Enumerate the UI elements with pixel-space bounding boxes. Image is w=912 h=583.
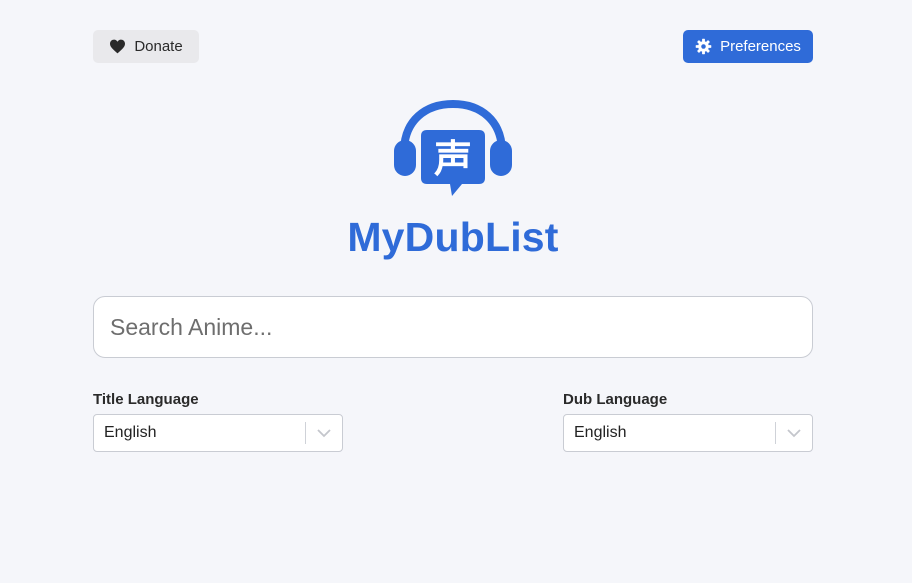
dub-language-select[interactable]: English [563,414,813,452]
preferences-button[interactable]: Preferences [683,30,813,63]
headphones-speech-bubble-icon: 声 [394,100,512,196]
logo-glyph: 声 [434,137,472,181]
chevron-down-icon[interactable] [306,415,342,451]
search-input[interactable] [93,296,813,358]
chevron-down-icon[interactable] [776,415,812,451]
donate-label: Donate [134,38,183,55]
title-language-select[interactable]: English [93,414,343,452]
dub-language-value: English [574,424,627,441]
heart-icon [110,39,126,54]
title-language-value: English [104,424,157,441]
title-language-label: Title Language [93,391,199,408]
donate-button[interactable]: Donate [93,30,199,63]
page: Donate Preferences 声 MyDubList Ti [0,0,912,583]
preferences-label: Preferences [720,38,801,55]
app-title: MyDubList [347,214,559,260]
dub-language-label: Dub Language [563,391,668,408]
gear-icon [695,38,712,55]
